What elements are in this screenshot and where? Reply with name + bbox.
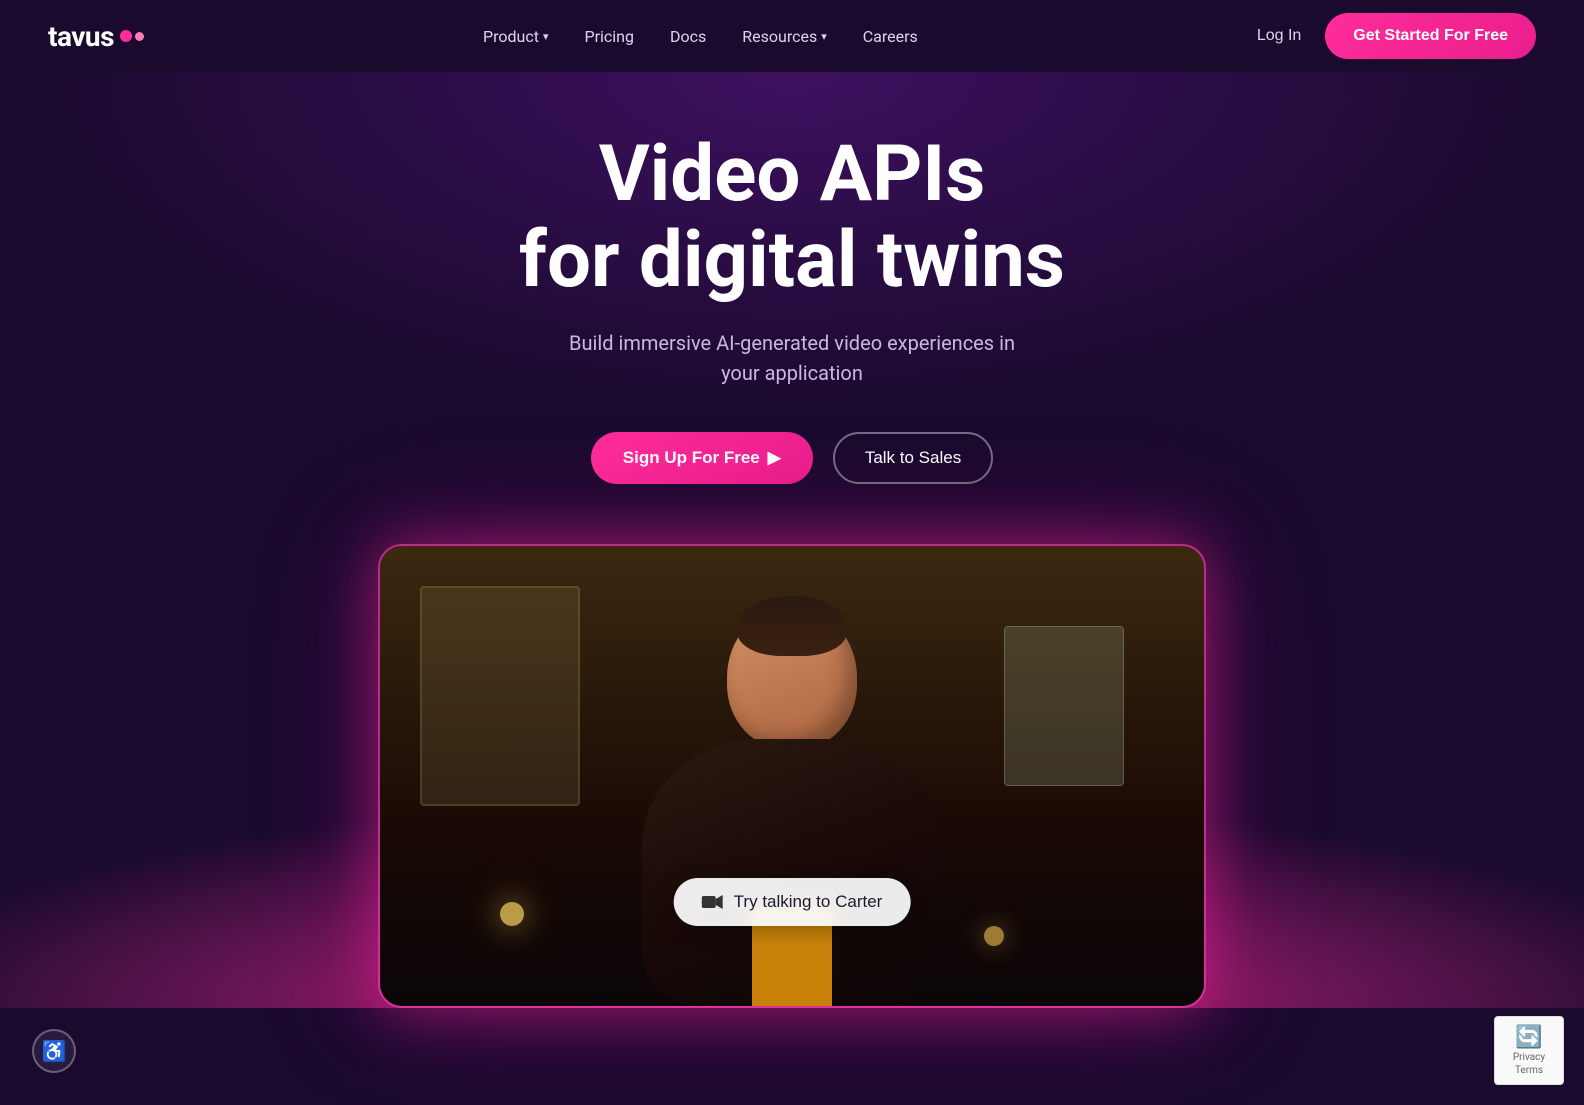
hero-title: Video APIs for digital twins	[519, 132, 1065, 304]
video-container: Try talking to Carter	[378, 544, 1206, 1008]
person-head	[727, 606, 857, 749]
camera-icon	[702, 894, 724, 910]
hero-buttons: Sign Up For Free ▶ Talk to Sales	[591, 432, 993, 484]
lamp-left	[500, 902, 524, 926]
window-right	[1004, 626, 1124, 786]
window-left	[420, 586, 580, 806]
nav-item-careers[interactable]: Careers	[863, 27, 918, 46]
nav-right: Log In Get Started For Free	[1257, 13, 1536, 59]
hero-content: Video APIs for digital twins Build immer…	[378, 132, 1206, 1008]
arrow-icon: ▶	[768, 448, 781, 468]
video-frame: Try talking to Carter	[380, 546, 1204, 1006]
person-silhouette	[582, 586, 1002, 1006]
hero-subtitle: Build immersive AI-generated video exper…	[552, 328, 1032, 388]
recaptcha-badge: 🔄 Privacy Terms	[1494, 1016, 1564, 1085]
nav-item-product[interactable]: Product ▾	[483, 27, 548, 46]
nav-item-pricing[interactable]: Pricing	[585, 27, 635, 46]
signup-button[interactable]: Sign Up For Free ▶	[591, 432, 813, 484]
get-started-button[interactable]: Get Started For Free	[1325, 13, 1536, 59]
nav-link-resources[interactable]: Resources ▾	[742, 27, 826, 46]
chevron-down-icon: ▾	[543, 30, 549, 43]
logo-text: tavus	[48, 20, 114, 53]
navbar: tavus Product ▾ Pricing Docs Resources	[0, 0, 1584, 72]
hero-section: Video APIs for digital twins Build immer…	[0, 72, 1584, 1008]
video-wrapper: Try talking to Carter	[378, 544, 1206, 1008]
nav-item-resources[interactable]: Resources ▾	[742, 27, 826, 46]
nav-links: Product ▾ Pricing Docs Resources ▾ Caree…	[483, 27, 918, 46]
logo-bubble-large	[120, 30, 132, 42]
person-body	[642, 739, 942, 1006]
nav-item-docs[interactable]: Docs	[670, 27, 706, 46]
chevron-down-icon: ▾	[821, 30, 827, 43]
logo-bubble-small	[135, 32, 144, 41]
login-button[interactable]: Log In	[1257, 27, 1301, 45]
nav-link-product[interactable]: Product ▾	[483, 27, 548, 46]
logo[interactable]: tavus	[48, 20, 144, 53]
talk-to-sales-button[interactable]: Talk to Sales	[833, 432, 993, 484]
accessibility-icon: ♿	[42, 1039, 67, 1064]
accessibility-button[interactable]: ♿	[32, 1029, 76, 1073]
recaptcha-icon: 🔄	[1515, 1025, 1542, 1050]
nav-link-pricing[interactable]: Pricing	[585, 27, 635, 46]
nav-link-careers[interactable]: Careers	[863, 27, 918, 46]
nav-link-docs[interactable]: Docs	[670, 27, 706, 46]
try-talking-button[interactable]: Try talking to Carter	[674, 878, 911, 926]
person-hair	[737, 596, 847, 656]
logo-icon	[120, 30, 144, 42]
